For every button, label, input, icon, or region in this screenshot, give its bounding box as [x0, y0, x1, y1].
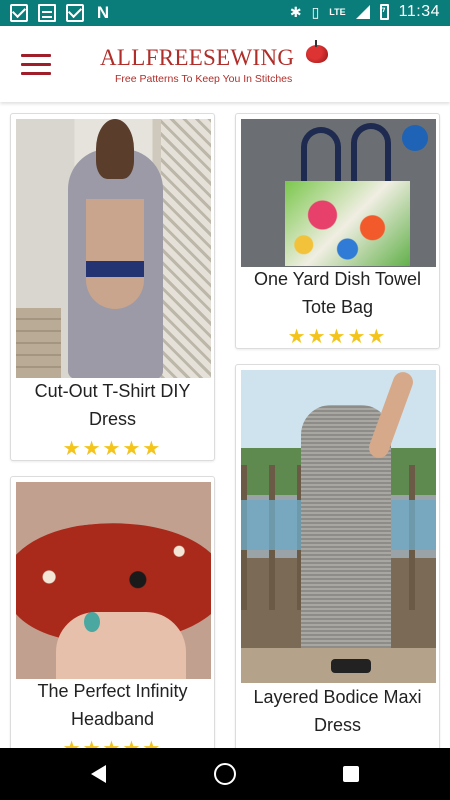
navigation-bar	[0, 748, 450, 800]
pattern-title[interactable]: Layered Bodice Maxi Dress	[240, 683, 435, 739]
recents-icon[interactable]	[343, 766, 359, 782]
site-logo[interactable]: ALLFREESEWING Free Patterns To Keep You …	[100, 40, 340, 85]
vibrate-icon: ▯	[311, 4, 320, 20]
pattern-image[interactable]	[16, 119, 211, 378]
n-app-icon: N	[96, 3, 110, 22]
home-icon[interactable]	[214, 763, 236, 785]
pattern-image[interactable]	[241, 370, 436, 683]
pattern-grid[interactable]: Cut-Out T-Shirt DIY Dress ★★★★★ One Yard…	[0, 102, 450, 748]
hamburger-menu-icon[interactable]	[21, 54, 51, 76]
rating-stars: ★★★★★	[11, 736, 214, 748]
pattern-card[interactable]: Layered Bodice Maxi Dress	[235, 364, 440, 748]
pincushion-icon	[306, 40, 328, 63]
gmail-icon	[66, 4, 84, 22]
pattern-title[interactable]: One Yard Dish Towel Tote Bag	[240, 265, 435, 321]
system-icons: ✱ ▯ LTE 11:34	[290, 2, 440, 22]
rating-stars: ★★★★★	[62, 438, 163, 460]
app-header: ALLFREESEWING Free Patterns To Keep You …	[0, 26, 450, 102]
clock: 11:34	[398, 3, 440, 20]
status-bar: N ✱ ▯ LTE 11:34	[0, 0, 450, 26]
pattern-card[interactable]: One Yard Dish Towel Tote Bag ★★★★★	[235, 113, 440, 349]
back-icon[interactable]	[91, 765, 106, 783]
pattern-title[interactable]: The Perfect Infinity Headband	[15, 677, 210, 733]
signal-icon	[355, 5, 370, 19]
battery-charging-icon	[379, 3, 389, 20]
bluetooth-icon: ✱	[289, 4, 302, 20]
pattern-image[interactable]	[241, 119, 436, 267]
pattern-card[interactable]: The Perfect Infinity Headband ★★★★★	[10, 476, 215, 748]
lte-label: LTE	[329, 7, 346, 17]
news-icon	[38, 4, 56, 22]
gmail-icon	[10, 4, 28, 22]
logo-title: ALLFREESEWING	[100, 45, 295, 70]
pattern-card[interactable]: Cut-Out T-Shirt DIY Dress ★★★★★	[10, 113, 215, 461]
pattern-title[interactable]: Cut-Out T-Shirt DIY Dress	[15, 377, 210, 433]
logo-tagline: Free Patterns To Keep You In Stitches	[115, 73, 293, 85]
rating-stars: ★★★★★	[287, 326, 388, 348]
pattern-image[interactable]	[16, 482, 211, 679]
notification-icons: N	[10, 4, 112, 22]
